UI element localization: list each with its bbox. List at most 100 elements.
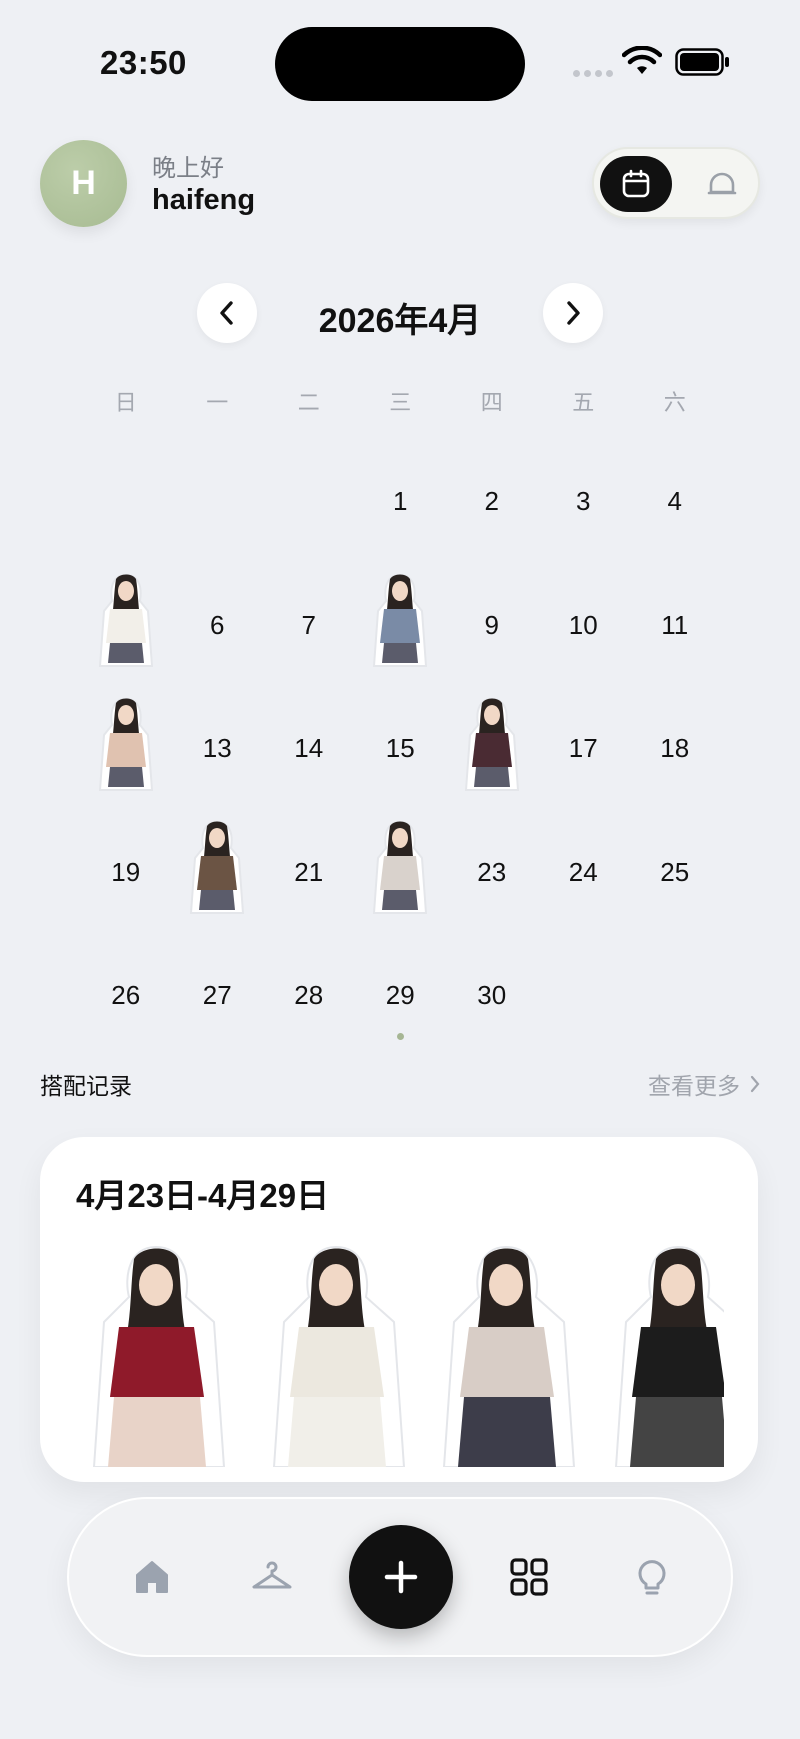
calendar-day[interactable]: 26 <box>80 934 172 1058</box>
calendar-day[interactable]: 20 <box>172 811 264 935</box>
day-number: 9 <box>484 609 499 640</box>
day-number: 2 <box>484 486 499 517</box>
day-number: 11 <box>661 609 689 640</box>
home-icon <box>136 1561 168 1593</box>
avatar[interactable]: H <box>40 140 127 227</box>
calendar-day[interactable]: 27 <box>172 934 264 1058</box>
weekday-label: 四 <box>480 390 503 415</box>
chevron-left-icon <box>220 301 233 325</box>
calendar-day[interactable]: 1 <box>355 440 447 564</box>
weekday-label: 二 <box>297 390 320 415</box>
view-toggle <box>592 147 760 219</box>
next-month-button[interactable] <box>543 283 603 343</box>
calendar-day[interactable]: 19 <box>80 811 172 935</box>
day-number: 17 <box>568 733 598 764</box>
calendar-day[interactable]: 24 <box>538 811 630 935</box>
day-number: 10 <box>568 609 598 640</box>
username: haifeng <box>152 184 256 216</box>
battery-icon <box>675 48 729 76</box>
day-number: 23 <box>477 856 507 887</box>
outfit-thumbnail <box>373 821 428 915</box>
calendar-day[interactable]: 6 <box>172 564 264 688</box>
grid-icon <box>510 1558 548 1596</box>
day-number: 19 <box>111 856 141 887</box>
calendar-day[interactable]: 9 <box>446 564 538 688</box>
plus-icon <box>384 1560 418 1594</box>
chevron-right-icon <box>567 301 580 325</box>
outfit-record-card[interactable]: 4月23日-4月29日 <box>40 1137 758 1482</box>
dome-icon <box>707 172 737 195</box>
calendar-icon <box>622 169 650 198</box>
weekday-label: 日 <box>114 390 137 415</box>
day-number: 21 <box>294 856 324 887</box>
calendar-day[interactable]: 25 <box>629 811 721 935</box>
calendar-blank <box>263 440 355 564</box>
month-title: 2026年4月 <box>318 302 482 340</box>
tab-wardrobe[interactable] <box>244 1549 300 1605</box>
outfit-thumbnail <box>98 697 153 791</box>
tab-home[interactable] <box>124 1549 180 1605</box>
outfit-thumbnail <box>190 821 245 915</box>
status-time: 23:50 <box>100 44 187 81</box>
outfit-thumbnail <box>373 574 428 668</box>
day-number: 13 <box>202 733 232 764</box>
dynamic-island <box>275 27 525 101</box>
view-more-link[interactable]: 查看更多 <box>648 1067 760 1101</box>
calendar-day[interactable]: 3 <box>538 440 630 564</box>
add-button[interactable] <box>349 1525 453 1629</box>
outfit-photo[interactable] <box>596 1237 724 1467</box>
calendar-day[interactable]: 12 <box>80 687 172 811</box>
day-number: 18 <box>660 733 690 764</box>
day-number: 4 <box>667 486 682 517</box>
record-date-range: 4月23日-4月29日 <box>76 1177 330 1214</box>
avatar-letter: H <box>71 164 96 202</box>
day-number: 26 <box>111 980 141 1011</box>
calendar-day[interactable]: 7 <box>263 564 355 688</box>
calendar-day[interactable]: 30 <box>446 934 538 1058</box>
outfit-photo[interactable] <box>74 1237 239 1467</box>
weekday-label: 五 <box>572 390 595 415</box>
calendar-blank <box>172 440 264 564</box>
day-number: 7 <box>301 609 316 640</box>
calendar-day[interactable]: 16 <box>446 687 538 811</box>
outfit-photo[interactable] <box>254 1237 419 1467</box>
weekday-label: 六 <box>663 390 686 415</box>
tab-outfits[interactable] <box>501 1549 557 1605</box>
calendar-day[interactable]: 13 <box>172 687 264 811</box>
calendar-day[interactable]: 18 <box>629 687 721 811</box>
calendar-day[interactable]: 22 <box>355 811 447 935</box>
calendar-day[interactable]: 10 <box>538 564 630 688</box>
calendar-day[interactable]: 28 <box>263 934 355 1058</box>
calendar-grid: 1234567891011121314151617181920212223242… <box>80 440 720 1058</box>
today-indicator <box>396 1032 404 1040</box>
outfit-photo[interactable] <box>424 1237 589 1467</box>
calendar-day[interactable]: 4 <box>629 440 721 564</box>
day-number: 15 <box>385 733 415 764</box>
prev-month-button[interactable] <box>197 283 257 343</box>
weekday-label: 三 <box>389 390 412 415</box>
day-number: 3 <box>576 486 591 517</box>
calendar-day[interactable]: 29 <box>355 934 447 1058</box>
calendar-blank <box>80 440 172 564</box>
calendar-day[interactable]: 23 <box>446 811 538 935</box>
outfit-thumbnail <box>464 697 519 791</box>
calendar-view-button[interactable] <box>600 156 672 212</box>
calendar-day[interactable]: 21 <box>263 811 355 935</box>
calendar-day[interactable]: 15 <box>355 687 447 811</box>
calendar-day[interactable]: 2 <box>446 440 538 564</box>
calendar-day[interactable]: 17 <box>538 687 630 811</box>
outfit-thumbnail <box>98 574 153 668</box>
records-title: 搭配记录 <box>40 1073 132 1099</box>
calendar-day[interactable]: 11 <box>629 564 721 688</box>
tab-inspiration[interactable] <box>624 1549 680 1605</box>
weekday-label: 一 <box>206 390 229 415</box>
chevron-right-icon <box>750 1075 760 1093</box>
dome-view-button[interactable] <box>694 156 750 212</box>
day-number: 30 <box>477 980 507 1011</box>
day-number: 28 <box>294 980 324 1011</box>
calendar-day[interactable]: 8 <box>355 564 447 688</box>
calendar-day[interactable]: 14 <box>263 687 355 811</box>
calendar-day[interactable]: 5 <box>80 564 172 688</box>
hanger-icon <box>252 1561 292 1589</box>
day-number: 27 <box>202 980 232 1011</box>
